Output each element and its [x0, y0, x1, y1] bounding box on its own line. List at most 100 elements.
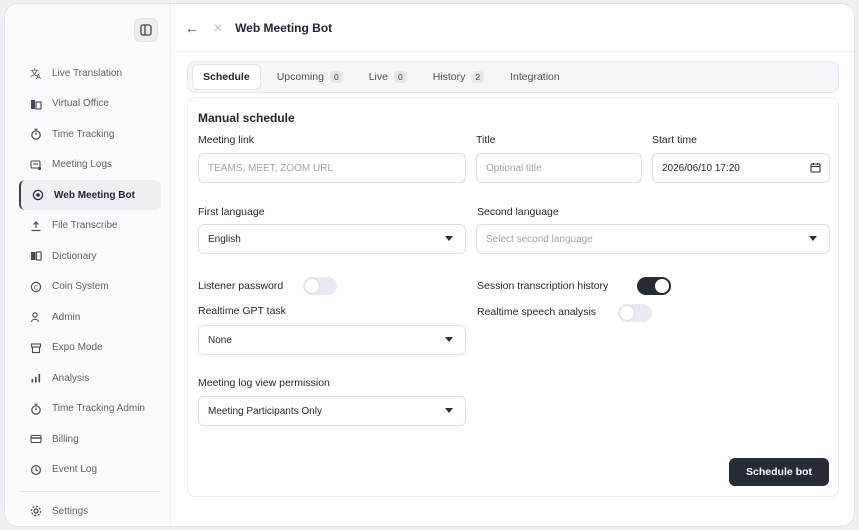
sidebar-item-admin[interactable]: Admin: [19, 302, 161, 332]
tab-label: Live: [368, 71, 388, 83]
sidebar-item-event-log[interactable]: Event Log: [19, 455, 161, 485]
tab-label: Integration: [510, 71, 560, 83]
tab-label: Schedule: [203, 71, 250, 83]
sidebar-item-coin-system[interactable]: C Coin System: [19, 272, 161, 302]
toggle-knob: [655, 279, 669, 293]
analysis-icon: [29, 371, 43, 385]
gpt-task-value: None: [208, 334, 232, 346]
sidebar-item-label: Dictionary: [52, 250, 97, 262]
gpt-task-select[interactable]: None: [198, 325, 466, 355]
tab-history[interactable]: History 2: [423, 64, 494, 90]
sidebar-item-time-tracking[interactable]: Time Tracking: [19, 119, 161, 149]
sidebar-item-label: File Transcribe: [52, 220, 118, 231]
coin-icon: C: [29, 280, 43, 294]
second-language-select[interactable]: Select second language: [476, 224, 830, 254]
sidebar-nav: 文 A Live Translation Virtual Office Time Tra…: [19, 58, 161, 485]
main-content: ← ✕ Web Meeting Bot Schedule Upcoming 0 Liv…: [171, 4, 854, 526]
sidebar-item-label: Event Log: [52, 464, 98, 475]
meeting-link-input[interactable]: TEAMS, MEET, ZOOM URL: [198, 153, 466, 183]
sidebar-item-time-tracking-admin[interactable]: Time Tracking Admin: [19, 394, 161, 424]
sidebar-item-label: Analysis: [52, 372, 90, 384]
gpt-task-label: Realtime GPT task: [198, 305, 286, 317]
start-time-input[interactable]: 2026/06/10 17:20: [652, 153, 830, 183]
sidebar-item-label: Expo Mode: [52, 342, 103, 353]
dictionary-icon: [29, 249, 43, 263]
log-permission-label: Meeting log view permission: [198, 377, 330, 389]
sidebar-item-label: Coin System: [52, 281, 109, 292]
sidebar-item-web-meeting-bot[interactable]: Web Meeting Bot: [19, 180, 161, 210]
sidebar-item-label: Meeting Logs: [52, 159, 113, 170]
sidebar-item-label: Time Tracking Admin: [52, 403, 145, 414]
start-time-value: 2026/06/10 17:20: [662, 162, 740, 174]
bot-icon: [31, 188, 45, 202]
chevron-down-icon: [445, 236, 453, 241]
tab-live[interactable]: Live 0: [359, 64, 417, 90]
first-language-label: First language: [198, 206, 265, 218]
svg-text:A: A: [36, 73, 41, 80]
title-input[interactable]: Optional title: [476, 153, 642, 183]
close-icon[interactable]: ✕: [213, 21, 223, 35]
sidebar-collapse-button[interactable]: [134, 18, 158, 42]
speech-analysis-label: Realtime speech analysis: [477, 306, 597, 318]
speech-analysis-toggle[interactable]: [618, 304, 652, 322]
sidebar-item-label: Billing: [52, 433, 79, 445]
sidebar-item-label: Web Meeting Bot: [54, 189, 135, 201]
sidebar: 文 A Live Translation Virtual Office Time Tra…: [5, 4, 171, 526]
tab-label: Upcoming: [276, 71, 324, 83]
sidebar-divider: [19, 491, 161, 492]
meeting-link-placeholder: TEAMS, MEET, ZOOM URL: [208, 162, 334, 174]
calendar-icon[interactable]: [810, 162, 821, 176]
tab-upcoming[interactable]: Upcoming 0: [267, 64, 353, 90]
second-language-placeholder: Select second language: [486, 233, 593, 245]
chevron-down-icon: [445, 408, 453, 413]
sidebar-item-label: Live Translation: [52, 67, 123, 79]
page-title: Web Meeting Bot: [235, 20, 333, 35]
sidebar-item-label: Time Tracking: [52, 128, 115, 140]
sidebar-item-label: Settings: [52, 505, 89, 517]
meeting-link-label: Meeting link: [198, 134, 255, 146]
listener-password-toggle[interactable]: [303, 277, 337, 295]
count-badge: 2: [471, 71, 485, 83]
section-title: Manual schedule: [198, 111, 295, 125]
tab-bar: Schedule Upcoming 0 Live 0 History 2 Integratio…: [187, 61, 839, 93]
first-language-select[interactable]: English: [198, 224, 466, 254]
session-history-toggle[interactable]: [637, 277, 671, 295]
back-arrow-icon[interactable]: ←: [185, 20, 199, 36]
tab-schedule[interactable]: Schedule: [192, 64, 261, 90]
schedule-bot-button[interactable]: Schedule bot: [729, 458, 829, 486]
chevron-down-icon: [445, 337, 453, 342]
sidebar-item-virtual-office[interactable]: Virtual Office: [19, 89, 161, 119]
timer-icon: [29, 127, 43, 141]
card-icon: [29, 432, 43, 446]
topbar: ← ✕ Web Meeting Bot: [171, 4, 854, 52]
toggle-knob: [305, 279, 319, 293]
count-badge: 0: [393, 71, 407, 83]
admin-icon: [29, 310, 43, 324]
listener-password-label: Listener password: [198, 280, 284, 292]
sidebar-item-expo-mode[interactable]: Expo Mode: [19, 333, 161, 363]
tab-integration[interactable]: Integration: [500, 64, 570, 90]
sidebar-toggle-icon: [140, 24, 152, 36]
session-history-label: Session transcription history: [477, 280, 609, 292]
start-time-label: Start time: [652, 134, 697, 146]
sidebar-item-label: Virtual Office: [52, 98, 109, 109]
expo-icon: [29, 341, 43, 355]
toggle-knob: [620, 306, 634, 320]
title-label: Title: [476, 134, 496, 146]
sidebar-item-dictionary[interactable]: Dictionary: [19, 241, 161, 271]
chevron-down-icon: [809, 236, 817, 241]
log-permission-select[interactable]: Meeting Participants Only: [198, 396, 466, 426]
sidebar-item-analysis[interactable]: Analysis: [19, 363, 161, 393]
sidebar-item-settings[interactable]: Settings: [19, 496, 161, 526]
sidebar-item-meeting-logs[interactable]: Meeting Logs: [19, 150, 161, 180]
first-language-value: English: [208, 233, 241, 245]
second-language-label: Second language: [477, 206, 559, 218]
sidebar-item-live-translation[interactable]: 文 A Live Translation: [19, 58, 161, 88]
sidebar-item-file-transcribe[interactable]: File Transcribe: [19, 211, 161, 241]
tab-label: History: [432, 71, 466, 83]
svg-text:C: C: [34, 283, 39, 291]
timer-icon: [29, 402, 43, 416]
sidebar-item-billing[interactable]: Billing: [19, 424, 161, 454]
office-icon: [29, 97, 43, 111]
app-window: 文 A Live Translation Virtual Office Time Tra…: [4, 3, 855, 527]
